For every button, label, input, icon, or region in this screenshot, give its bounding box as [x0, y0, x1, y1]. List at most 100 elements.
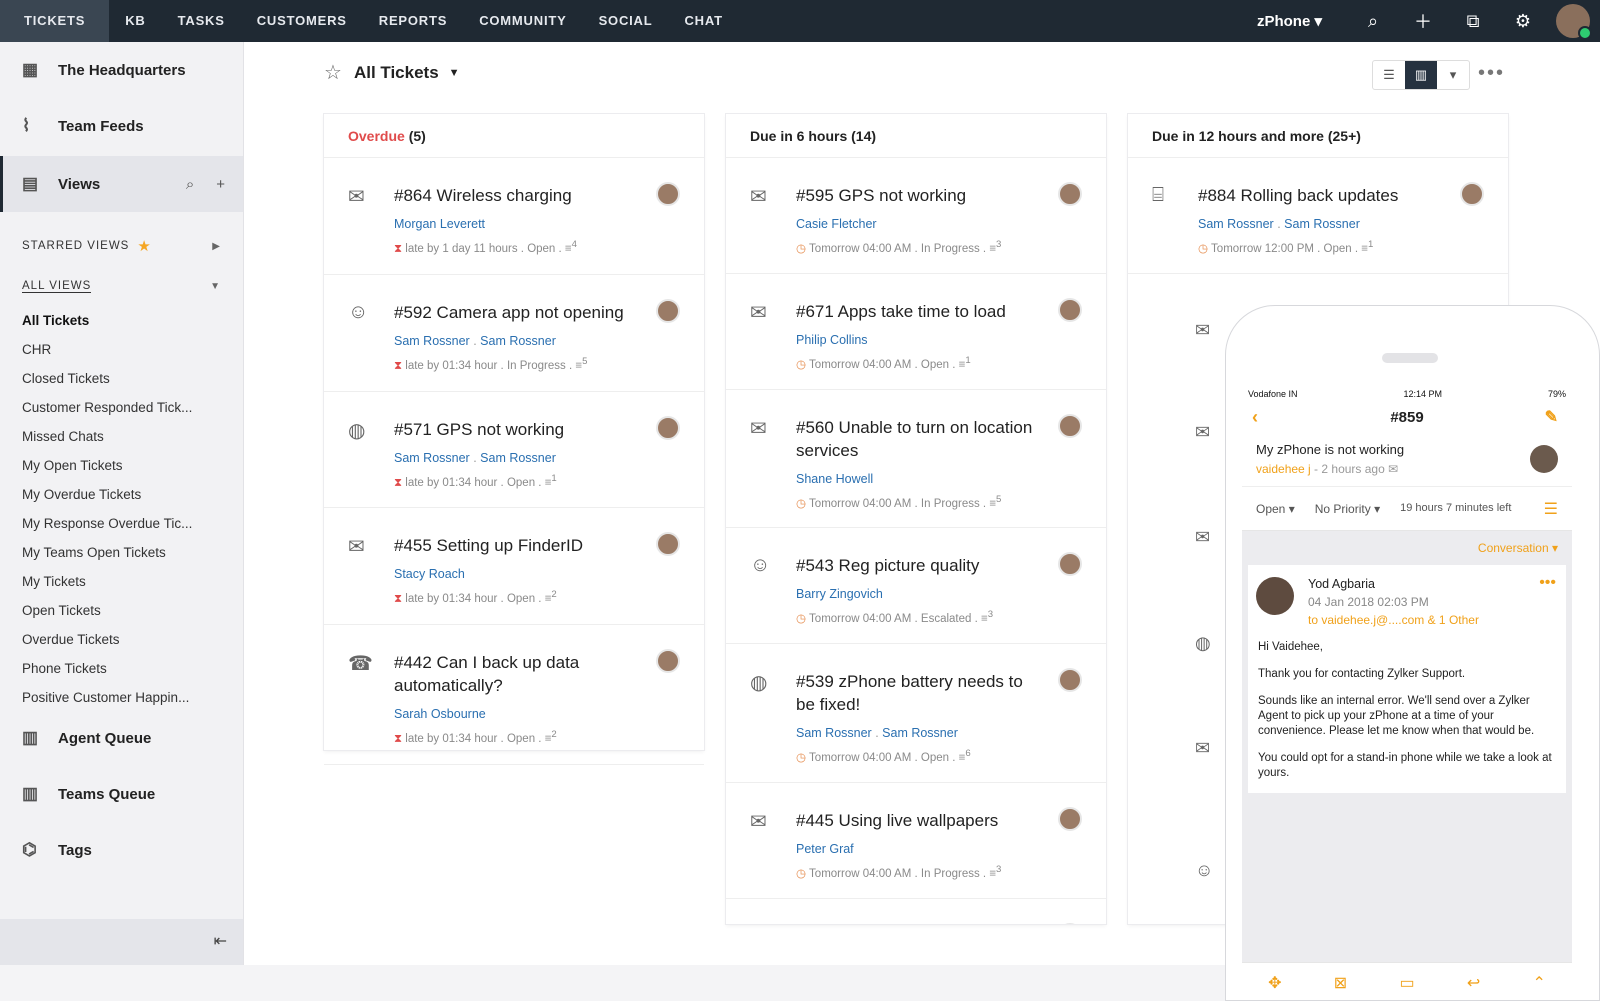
ticket-title[interactable]: #543 Reg picture quality	[796, 554, 1046, 577]
ticket-title[interactable]: #571 GPS not working	[394, 418, 644, 441]
assignee-avatar[interactable]	[1058, 807, 1082, 832]
ticket-card[interactable]: ✉ #445 Using live wallpapers Peter Graf ◷ T…	[726, 783, 1106, 899]
department-switcher[interactable]: zPhone ▾	[1257, 12, 1322, 30]
favorite-star-icon[interactable]: ☆	[324, 60, 342, 85]
ticket-card[interactable]: ◍ #539 zPhone battery needs to be fixed! S…	[726, 644, 1106, 784]
sidebar-view-item[interactable]: Open Tickets	[0, 596, 243, 625]
sidebar-view-item[interactable]: Overdue Tickets	[0, 625, 243, 654]
back-icon[interactable]: ‹	[1252, 407, 1258, 428]
user-avatar[interactable]	[1556, 4, 1592, 40]
sidebar-item-headquarters[interactable]: ▦ The Headquarters	[0, 42, 243, 98]
tab-customers[interactable]: CUSTOMERS	[241, 0, 363, 42]
sidebar-view-item[interactable]: My Teams Open Tickets	[0, 538, 243, 567]
ticket-title[interactable]: #442 Can I back up data automatically?	[394, 651, 644, 697]
reply-icon[interactable]: ↩	[1467, 973, 1480, 993]
add-icon[interactable]: ＋	[1398, 8, 1448, 34]
ticket-title[interactable]: #592 Camera app not opening	[394, 301, 644, 324]
search-icon[interactable]: ⌕	[1348, 11, 1398, 32]
sidebar-view-item[interactable]: Customer Responded Tick...	[0, 393, 243, 422]
scroll-top-icon[interactable]: ⌃	[1532, 973, 1545, 993]
agent-link[interactable]: Peter Graf	[796, 842, 854, 856]
assignee-avatar[interactable]	[656, 298, 680, 323]
agent-link[interactable]: Philip Collins	[796, 333, 868, 347]
assignee-avatar[interactable]	[1460, 182, 1484, 206]
move-icon[interactable]: ✥	[1268, 973, 1281, 993]
comment-icon[interactable]: ▭	[1399, 973, 1414, 993]
tab-social[interactable]: SOCIAL	[583, 0, 669, 42]
more-options-icon[interactable]: •••	[1478, 62, 1505, 85]
sidebar-item-views[interactable]: ▤ Views ⌕ +	[0, 156, 243, 212]
due-dropdown[interactable]: 19 hours 7 minutes left	[1400, 502, 1511, 515]
ticket-status[interactable]: In Progress	[507, 360, 566, 372]
agent-link[interactable]: Sam Rossner	[470, 334, 556, 348]
compose-icon[interactable]: ⧉	[1448, 11, 1498, 32]
agent-link[interactable]: Sam Rossner	[394, 451, 470, 465]
tab-kb[interactable]: KB	[109, 0, 161, 42]
ticket-status[interactable]: Open	[1324, 243, 1352, 255]
ticket-card[interactable]: ✉ #671 Apps take time to load Philip Colli…	[726, 274, 1106, 390]
sidebar-view-item[interactable]: My Tickets	[0, 567, 243, 596]
sidebar-item-tags[interactable]: ⌬ Tags	[0, 822, 243, 878]
sidebar-item-teams-queue[interactable]: ▥ Teams Queue	[0, 766, 243, 822]
agent-link[interactable]: Sam Rossner	[394, 334, 470, 348]
assignee-avatar[interactable]	[656, 415, 680, 440]
agent-link[interactable]: Stacy Roach	[394, 567, 465, 581]
board-view-icon[interactable]: ▥	[1405, 61, 1437, 89]
ticket-card[interactable]: ☺ #592 Camera app not opening Sam RossnerS…	[324, 275, 704, 392]
ticket-title[interactable]: #864 Wireless charging	[394, 184, 644, 207]
sidebar-view-item[interactable]: Missed Chats	[0, 422, 243, 451]
search-views-icon[interactable]: ⌕	[186, 176, 194, 193]
assignee-avatar[interactable]	[1058, 552, 1082, 577]
sidebar-view-item[interactable]: Positive Customer Happin...	[0, 683, 243, 710]
assignee-avatar[interactable]	[656, 532, 680, 557]
agent-link[interactable]: Sam Rossner	[796, 726, 872, 740]
ticket-card[interactable]: ✉ #455 Setting up FinderID Stacy Roach ⧗ la…	[324, 508, 704, 626]
agent-link[interactable]: Sarah Osbourne	[394, 707, 486, 721]
assignee-avatar[interactable]	[656, 182, 680, 206]
tab-reports[interactable]: REPORTS	[363, 0, 463, 42]
tab-chat[interactable]: CHAT	[668, 0, 738, 42]
agent-link[interactable]: Barry Zingovich	[796, 587, 883, 601]
assignee-avatar[interactable]	[1058, 413, 1082, 438]
sidebar-view-item[interactable]: My Open Tickets	[0, 451, 243, 480]
gear-icon[interactable]: ⚙	[1498, 11, 1548, 32]
assignee-avatar[interactable]	[656, 649, 680, 674]
ticket-title[interactable]: #445 Using live wallpapers	[796, 809, 1046, 832]
ticket-card[interactable]: ✉ #595 GPS not working Casie Fletcher ◷ Tom…	[726, 158, 1106, 274]
ticket-status[interactable]: Open	[507, 593, 535, 605]
requester-name[interactable]: vaidehee j	[1256, 462, 1311, 476]
all-views-section[interactable]: ALL VIEWS ▼	[0, 266, 243, 306]
sidebar-view-item[interactable]: Phone Tickets	[0, 654, 243, 683]
edit-icon[interactable]: ✎	[1545, 407, 1558, 427]
ticket-card[interactable]: ⌸ #884 Rolling back updates Sam RossnerSam…	[1128, 158, 1508, 274]
ticket-card[interactable]: ✉ #864 Wireless charging Morgan Leverett ⧗ …	[324, 158, 704, 275]
ticket-status[interactable]: In Progress	[921, 868, 980, 880]
priority-dropdown[interactable]: No Priority ▾	[1315, 502, 1380, 516]
view-options-chevron-icon[interactable]: ▾	[1437, 61, 1469, 89]
status-dropdown[interactable]: Open ▾	[1256, 502, 1295, 516]
sidebar-view-item[interactable]: My Response Overdue Tic...	[0, 509, 243, 538]
add-view-icon[interactable]: +	[216, 176, 225, 193]
assignee-avatar[interactable]	[1058, 297, 1082, 322]
agent-link[interactable]: Sam Rossner	[1198, 217, 1274, 231]
agent-link[interactable]: Morgan Leverett	[394, 217, 485, 231]
close-ticket-icon[interactable]: ⊠	[1334, 973, 1347, 993]
ticket-title[interactable]: #671 Apps take time to load	[796, 300, 1046, 323]
agent-link[interactable]: Shane Howell	[796, 472, 873, 486]
ticket-card[interactable]: ◍ #571 GPS not working Sam RossnerSam Ross…	[324, 392, 704, 509]
assignee-avatar[interactable]	[1058, 182, 1082, 206]
ticket-card[interactable]: ☺ #543 Reg picture quality Barry Zingovich…	[726, 528, 1106, 645]
ticket-title[interactable]: #455 Setting up FinderID	[394, 534, 644, 557]
assignee-avatar[interactable]	[1058, 668, 1082, 693]
collapse-sidebar-button[interactable]: ⇤	[0, 919, 243, 965]
other-recipients[interactable]: & 1 Other	[1428, 613, 1479, 627]
ticket-status[interactable]: Open	[527, 243, 555, 255]
conversation-filter[interactable]: Conversation ▾	[1242, 531, 1572, 565]
ticket-card[interactable]: ✉ #560 Unable to turn on location service…	[726, 390, 1106, 529]
ticket-status[interactable]: In Progress	[921, 243, 980, 255]
list-view-icon[interactable]: ☰	[1373, 61, 1405, 89]
ticket-title[interactable]: #560 Unable to turn on location services	[796, 416, 1046, 462]
menu-icon[interactable]: ☰	[1544, 499, 1558, 519]
ticket-title[interactable]: #595 GPS not working	[796, 184, 1046, 207]
tab-tickets[interactable]: TICKETS	[0, 0, 110, 42]
